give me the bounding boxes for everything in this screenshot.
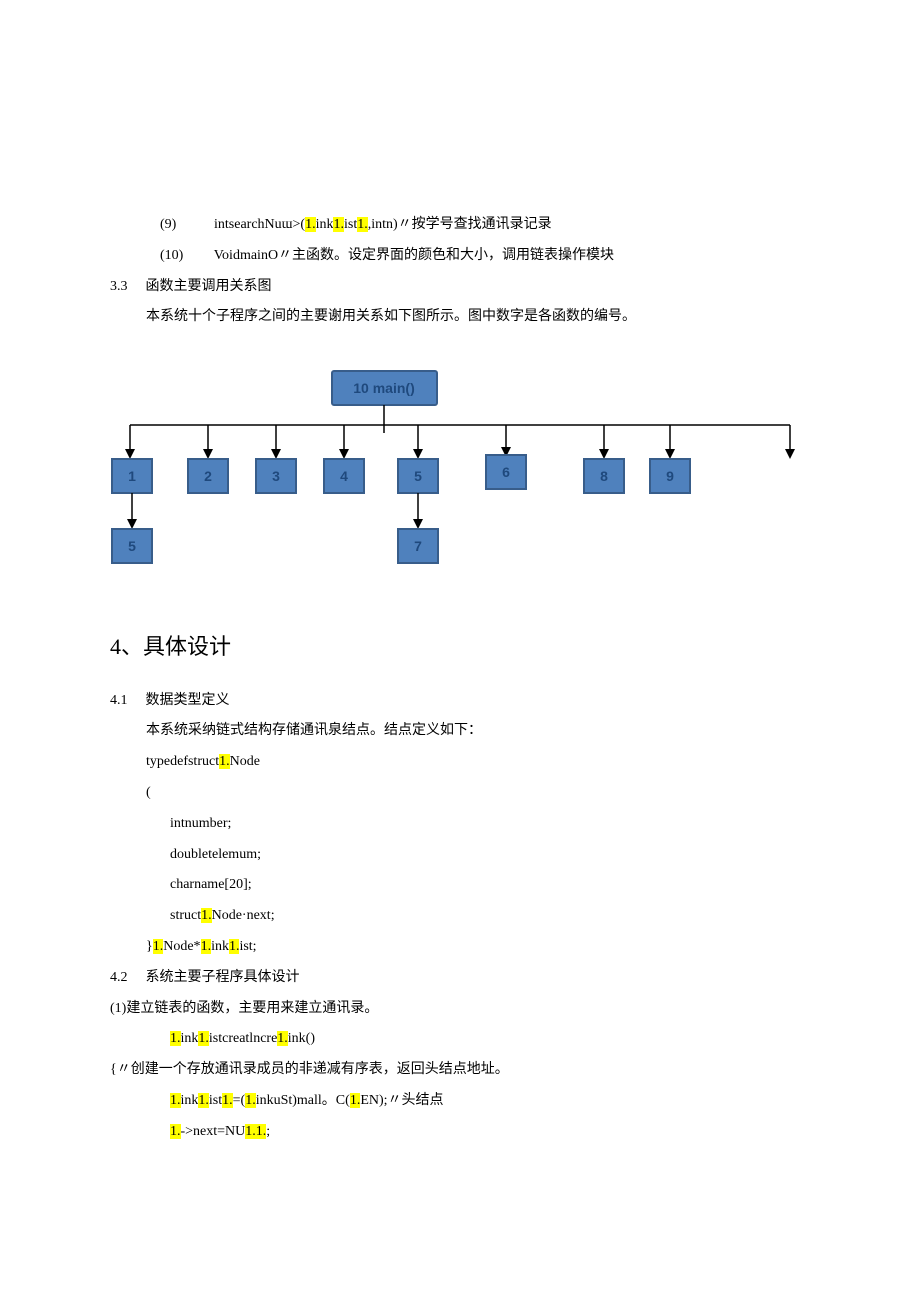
text: Node* (163, 939, 200, 954)
highlight: 1. (350, 1093, 361, 1108)
text: Node (230, 754, 260, 769)
text: ( (146, 785, 151, 800)
svg-text:2: 2 (204, 468, 212, 484)
diagram-top-label: 10 main() (353, 380, 414, 396)
section-title: 数据类型定义 (146, 693, 230, 708)
code-line: doubletelemum; (110, 840, 810, 871)
text: inkuSt)mall。C( (256, 1093, 350, 1108)
section-number: 3.3 (110, 279, 128, 294)
section-4-1-heading: 4.1 数据类型定义 (110, 686, 810, 717)
text: ist; (239, 939, 256, 954)
text: ink (211, 939, 229, 954)
text: ; (266, 1124, 270, 1139)
text: doubletelemum; (170, 847, 261, 862)
highlight: 1. (245, 1093, 256, 1108)
code-line: intnumber; (110, 809, 810, 840)
text: =( (233, 1093, 246, 1108)
text: {〃创建一个存放通讯录成员的非递减有序表，返回头结点地址。 (110, 1062, 509, 1077)
call-relation-diagram: 10 main() 1 2 3 4 (110, 363, 810, 583)
svg-text:3: 3 (272, 468, 280, 484)
code-line: 1.->next=NU1.1.; (110, 1117, 810, 1148)
text: VoidmainO〃主函数。设定界面的颜色和大小，调用链表操作模块 (214, 248, 614, 263)
highlight: 1. (219, 754, 230, 769)
text: ink (181, 1093, 199, 1108)
text: } (146, 939, 153, 954)
text: intsearchNuɯ>( (214, 217, 305, 232)
code-line: }1.Node*1.ink1.ist; (110, 932, 810, 963)
highlight: 1. (277, 1031, 288, 1046)
text: intnumber; (170, 816, 231, 831)
text: 本系统采纳链式结构存储通讯泉结点。结点定义如下： (146, 723, 482, 738)
text: ink (316, 217, 334, 232)
highlight: 1. (305, 217, 316, 232)
code-line: 1.ink1.istcreatlncre1.ink() (110, 1024, 810, 1055)
section-title: 函数主要调用关系图 (146, 279, 272, 294)
code-line: ( (110, 778, 810, 809)
text: ist (209, 1093, 222, 1108)
list-item-9: (9) intsearchNuɯ>(1.ink1.ist1.,intn)〃按学号… (110, 210, 810, 241)
text: istcreatlncre (209, 1031, 277, 1046)
item-number: (9) (160, 210, 200, 241)
highlight: 1. (229, 939, 240, 954)
highlight: 1. (201, 908, 212, 923)
document-page: (9) intsearchNuɯ>(1.ink1.ist1.,intn)〃按学号… (0, 0, 920, 1248)
highlight: 1.1. (245, 1124, 266, 1139)
code-line: struct1.Node·next; (110, 901, 810, 932)
highlight: 1. (170, 1031, 181, 1046)
text: Node·next; (212, 908, 275, 923)
heading-text: 4、具体设计 (110, 634, 231, 659)
text: ink() (288, 1031, 315, 1046)
highlight: 1. (170, 1124, 181, 1139)
text: ->next=NU (181, 1124, 246, 1139)
section-4-1-desc: 本系统采纳链式结构存储通讯泉结点。结点定义如下： (110, 716, 810, 747)
heading-4: 4、具体设计 (110, 623, 810, 671)
text: 本系统十个子程序之间的主要谢用关系如下图所示。图中数字是各函数的编号。 (146, 309, 636, 324)
text: typedefstruct (146, 754, 219, 769)
section-number: 4.1 (110, 693, 128, 708)
highlight: 1. (333, 217, 344, 232)
text: ink (181, 1031, 199, 1046)
section-3-3-heading: 3.3 函数主要调用关系图 (110, 272, 810, 303)
highlight: 1. (198, 1093, 209, 1108)
svg-text:8: 8 (600, 468, 608, 484)
text: EN);〃头结点 (360, 1093, 443, 1108)
text: struct (170, 908, 201, 923)
section-4-2-heading: 4.2 系统主要子程序具体设计 (110, 963, 810, 994)
paragraph: (1)建立链表的函数，主要用来建立通讯录。 (110, 994, 810, 1025)
item-number: (10) (160, 241, 200, 272)
svg-text:7: 7 (414, 538, 422, 554)
paragraph: {〃创建一个存放通讯录成员的非递减有序表，返回头结点地址。 (110, 1055, 810, 1086)
text: charname[20]; (170, 877, 252, 892)
highlight: 1. (357, 217, 368, 232)
text: ,intn)〃按学号查找通讯录记录 (368, 217, 552, 232)
highlight: 1. (170, 1093, 181, 1108)
code-line: typedefstruct1.Node (110, 747, 810, 778)
highlight: 1. (222, 1093, 233, 1108)
code-line: charname[20]; (110, 870, 810, 901)
svg-text:9: 9 (666, 468, 674, 484)
highlight: 1. (198, 1031, 209, 1046)
text: (1)建立链表的函数，主要用来建立通讯录。 (110, 1001, 378, 1016)
section-number: 4.2 (110, 970, 128, 985)
highlight: 1. (201, 939, 212, 954)
svg-text:5: 5 (128, 538, 136, 554)
svg-text:1: 1 (128, 468, 136, 484)
list-item-10: (10) VoidmainO〃主函数。设定界面的颜色和大小，调用链表操作模块 (110, 241, 810, 272)
code-line: 1.ink1.ist1.=(1.inkuSt)mall。C(1.EN);〃头结点 (110, 1086, 810, 1117)
svg-text:6: 6 (502, 464, 510, 480)
text: ist (344, 217, 357, 232)
svg-text:5: 5 (414, 468, 422, 484)
highlight: 1. (153, 939, 164, 954)
svg-text:4: 4 (340, 468, 348, 484)
section-3-3-desc: 本系统十个子程序之间的主要谢用关系如下图所示。图中数字是各函数的编号。 (110, 302, 810, 333)
section-title: 系统主要子程序具体设计 (146, 970, 300, 985)
